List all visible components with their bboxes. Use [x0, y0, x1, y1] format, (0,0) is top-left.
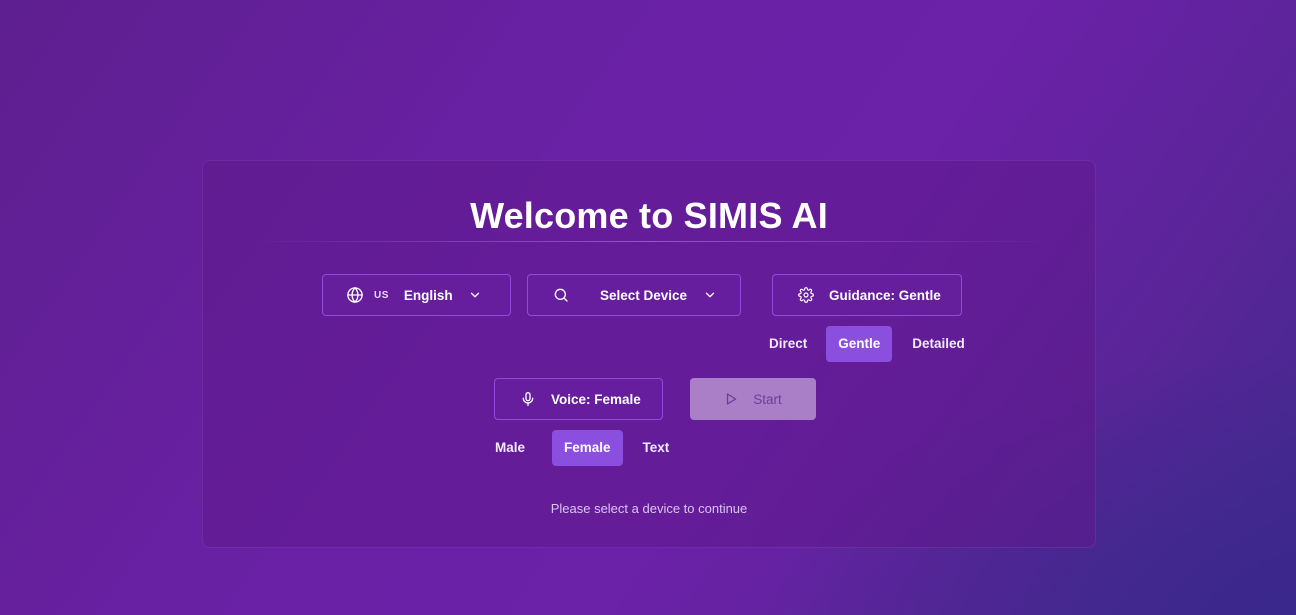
- voice-label: Voice: Female: [551, 391, 641, 407]
- voice-options: Male Female Text: [483, 430, 681, 466]
- chevron-down-icon: [468, 288, 482, 302]
- guidance-option-direct[interactable]: Direct: [757, 326, 819, 362]
- voice-option-text[interactable]: Text: [631, 430, 682, 466]
- guidance-label: Guidance: Gentle: [829, 287, 941, 303]
- play-icon: [724, 392, 738, 406]
- language-select[interactable]: US English: [322, 274, 511, 316]
- search-icon: [553, 287, 569, 303]
- voice-option-male[interactable]: Male: [483, 430, 537, 466]
- status-hint: Please select a device to continue: [550, 501, 748, 516]
- language-label: English: [403, 287, 453, 303]
- voice-option-female[interactable]: Female: [552, 430, 623, 466]
- guidance-option-detailed[interactable]: Detailed: [900, 326, 977, 362]
- guidance-button[interactable]: Guidance: Gentle: [772, 274, 962, 316]
- language-flag: US: [374, 289, 389, 301]
- start-label: Start: [753, 391, 782, 407]
- device-label: Select Device: [600, 287, 688, 303]
- guidance-option-gentle[interactable]: Gentle: [826, 326, 893, 362]
- microphone-icon: [520, 391, 536, 407]
- gear-icon: [798, 287, 814, 303]
- guidance-options: Direct Gentle Detailed: [757, 326, 977, 362]
- title-divider: [239, 241, 1059, 242]
- chevron-down-icon: [703, 288, 717, 302]
- voice-button[interactable]: Voice: Female: [494, 378, 663, 420]
- start-button[interactable]: Start: [690, 378, 816, 420]
- device-select[interactable]: Select Device: [527, 274, 741, 316]
- globe-icon: [346, 286, 364, 304]
- page-title: Welcome to SIMIS AI: [470, 195, 828, 236]
- welcome-card: Welcome to SIMIS AI US English Select De…: [202, 160, 1096, 548]
